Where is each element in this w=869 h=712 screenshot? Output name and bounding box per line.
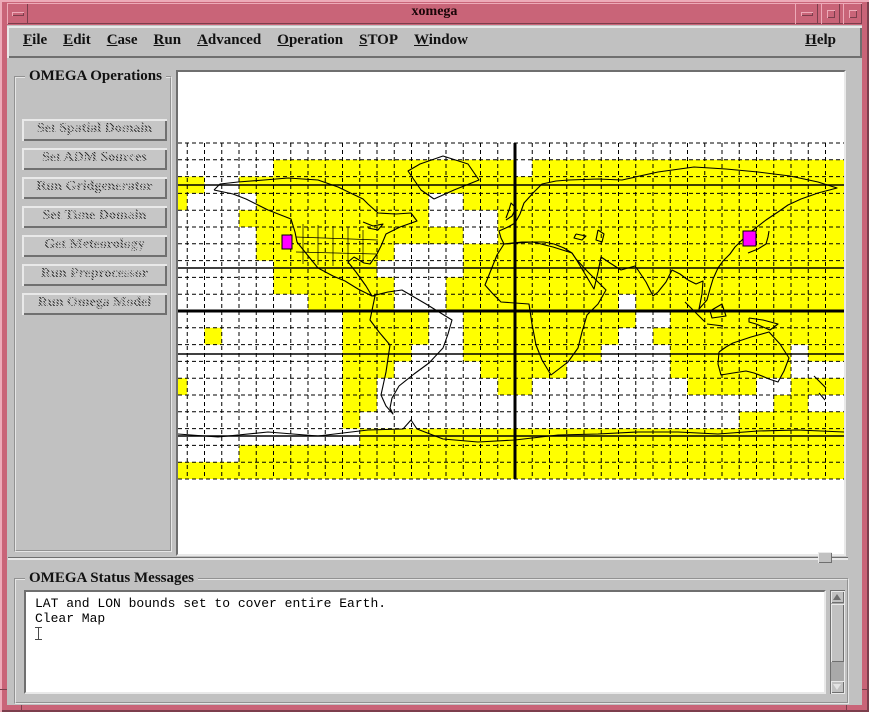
world-map-svg[interactable] xyxy=(178,72,844,554)
op-button-set-adm-sources[interactable]: Set ADM Sources xyxy=(22,148,167,170)
op-button-label: Run Omega Model xyxy=(38,295,152,311)
menu-bar: File Edit Case Run Advanced Operation STOP Wind… xyxy=(7,26,862,58)
menu-item-operation[interactable]: Operation xyxy=(277,32,343,49)
op-button-get-meteorology[interactable]: Get Meteorology xyxy=(22,235,167,257)
op-button-label: Get Meteorology xyxy=(44,237,144,253)
op-button-run-preprocessor[interactable]: Run Preprocessor xyxy=(22,264,167,286)
status-line: Clear Map xyxy=(35,611,824,626)
status-line: LAT and LON bounds set to cover entire E… xyxy=(35,596,824,611)
maximize-box-icon xyxy=(849,10,857,18)
frame-notch xyxy=(846,705,847,712)
omega-operations-label: OMEGA Operations xyxy=(25,68,166,85)
status-messages-frame: OMEGA Status Messages LAT and LON bounds… xyxy=(14,578,849,704)
app-window: xomega File Edit Case Run Advanced Operation S… xyxy=(0,0,869,712)
menu-items: File Edit Case Run Advanced Operation STOP Wind… xyxy=(15,26,476,49)
yellow-cells xyxy=(178,160,844,479)
op-button-label: Set ADM Sources xyxy=(42,150,147,166)
op-button-set-spatial-domain[interactable]: Set Spatial Domain xyxy=(22,119,167,141)
frame-notch xyxy=(862,689,869,690)
menu-item-help[interactable]: Help xyxy=(805,32,836,49)
application-area: File Edit Case Run Advanced Operation STOP Wind… xyxy=(7,25,862,705)
scrollbar-up-arrow[interactable] xyxy=(831,591,844,603)
menu-item-edit[interactable]: Edit xyxy=(63,32,91,49)
window-lower-button[interactable] xyxy=(795,3,818,24)
pane-separator xyxy=(8,557,848,560)
menu-item-run[interactable]: Run xyxy=(154,32,182,49)
map-viewport[interactable] xyxy=(176,70,846,556)
status-scrollbar[interactable] xyxy=(830,590,845,694)
down-triangle-icon xyxy=(833,684,841,690)
frame-notch xyxy=(0,689,7,690)
scrollbar-down-arrow[interactable] xyxy=(831,681,844,693)
op-button-label: Set Time Domain xyxy=(43,208,147,224)
op-button-run-omega-model[interactable]: Run Omega Model xyxy=(22,293,167,315)
op-button-set-time-domain[interactable]: Set Time Domain xyxy=(22,206,167,228)
op-button-label: Set Spatial Domain xyxy=(37,121,152,137)
up-triangle-icon xyxy=(833,594,841,600)
menu-item-window[interactable]: Window xyxy=(414,32,468,49)
status-lines: LAT and LON bounds set to cover entire E… xyxy=(35,596,824,626)
window-minimize-button[interactable] xyxy=(821,3,840,24)
minimize-box-icon xyxy=(827,10,835,18)
pane-sash-handle[interactable] xyxy=(818,552,832,563)
text-cursor-icon xyxy=(35,627,42,640)
op-button-label: Run Gridgenerator xyxy=(36,179,152,195)
lower-dash-icon xyxy=(801,12,813,16)
menu-item-file[interactable]: File xyxy=(23,32,47,49)
window-maximize-button[interactable] xyxy=(843,3,862,24)
frame-notch xyxy=(21,705,22,712)
status-message-text[interactable]: LAT and LON bounds set to cover entire E… xyxy=(24,590,826,694)
title-bar: xomega xyxy=(7,3,862,24)
menu-item-stop[interactable]: STOP xyxy=(359,32,398,49)
op-button-label: Run Preprocessor xyxy=(41,266,148,282)
status-messages-label: OMEGA Status Messages xyxy=(25,570,198,587)
menu-item-advanced[interactable]: Advanced xyxy=(197,32,261,49)
window-title: xomega xyxy=(7,4,862,20)
menu-item-case[interactable]: Case xyxy=(107,32,138,49)
scrollbar-thumb[interactable] xyxy=(831,604,844,662)
omega-operations-frame: OMEGA Operations Set Spatial DomainSet A… xyxy=(14,76,172,552)
op-button-run-gridgenerator[interactable]: Run Gridgenerator xyxy=(22,177,167,199)
